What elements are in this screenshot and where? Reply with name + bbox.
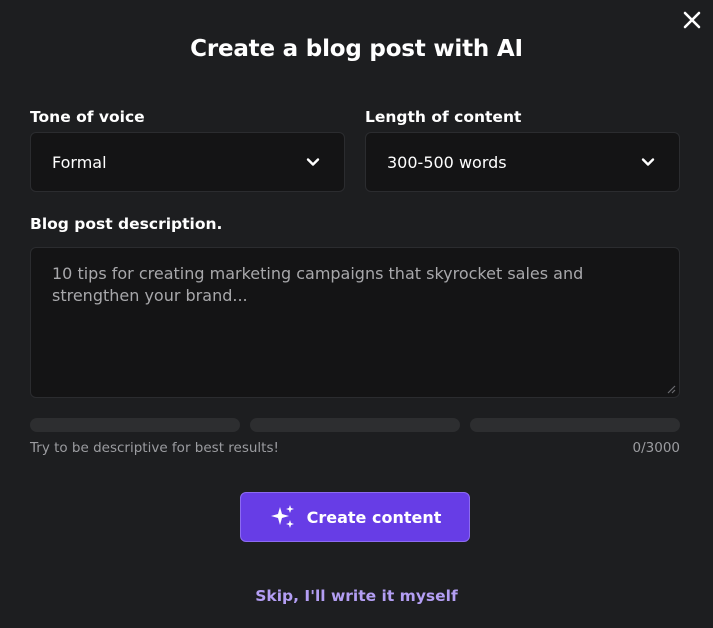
- tone-of-voice-value: Formal: [52, 152, 107, 172]
- create-blog-post-modal: Create a blog post with AI Tone of voice…: [0, 0, 713, 628]
- close-button[interactable]: [679, 7, 705, 33]
- create-content-label: Create content: [306, 507, 442, 527]
- length-of-content-value: 300-500 words: [387, 152, 507, 172]
- resize-grip-icon[interactable]: [667, 385, 676, 394]
- chevron-down-icon: [304, 153, 322, 171]
- description-hint: Try to be descriptive for best results!: [30, 440, 279, 456]
- create-content-button[interactable]: Create content: [240, 492, 470, 542]
- close-icon: [683, 11, 701, 29]
- tone-of-voice-select[interactable]: Formal: [30, 132, 345, 192]
- chevron-down-icon: [639, 153, 657, 171]
- strength-segment-3: [470, 418, 680, 432]
- sparkles-icon: [270, 505, 294, 528]
- tone-of-voice-label: Tone of voice: [30, 108, 145, 126]
- modal-title: Create a blog post with AI: [190, 36, 523, 62]
- blog-post-description-input[interactable]: [30, 247, 680, 398]
- strength-segment-2: [250, 418, 460, 432]
- length-of-content-select[interactable]: 300-500 words: [365, 132, 680, 192]
- skip-write-myself-link[interactable]: Skip, I'll write it myself: [0, 587, 713, 605]
- length-of-content-label: Length of content: [365, 108, 522, 126]
- strength-segment-1: [30, 418, 240, 432]
- blog-post-description-label: Blog post description.: [30, 215, 223, 233]
- character-counter: 0/3000: [632, 440, 681, 456]
